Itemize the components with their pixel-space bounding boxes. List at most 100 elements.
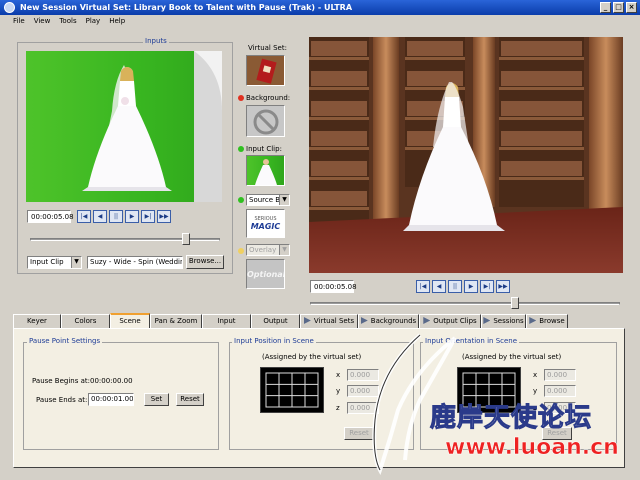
- title-bar: New Session Virtual Set: Library Book to…: [0, 0, 640, 15]
- virtual-set-label: Virtual Set:: [248, 44, 287, 52]
- input-source-select[interactable]: Input Clip ▼: [27, 256, 82, 269]
- overlay-select[interactable]: Overlay 1 ▼: [246, 244, 290, 256]
- orientation-y-field[interactable]: 0.000: [544, 385, 576, 397]
- orientation-y-label: y: [533, 387, 538, 395]
- app-icon: [4, 2, 15, 13]
- menu-tools[interactable]: Tools: [59, 15, 76, 27]
- tab-output-clips[interactable]: Output Clips: [419, 314, 481, 328]
- tab-label: Virtual Sets: [313, 317, 355, 325]
- set-button[interactable]: Set: [144, 393, 169, 406]
- pause-ends-field[interactable]: 00:00:01.00: [88, 393, 134, 406]
- input-timecode[interactable]: 00:00:05.08: [27, 210, 74, 223]
- clip-name-field[interactable]: Suzy - Wide - Spin (Wedding).: [87, 256, 183, 269]
- skip-start-icon[interactable]: |◀: [77, 210, 91, 223]
- menu-view[interactable]: View: [34, 15, 51, 27]
- orientation-x-field[interactable]: 0.000: [544, 369, 576, 381]
- skip-end-icon[interactable]: ▶▶: [496, 280, 510, 293]
- chevron-down-icon: ▼: [279, 195, 289, 205]
- input-slider-thumb[interactable]: [181, 233, 190, 245]
- play-icon[interactable]: ▶: [125, 210, 139, 223]
- tab-scene[interactable]: Scene: [110, 313, 150, 328]
- step-forward-icon[interactable]: ▶|: [480, 280, 494, 293]
- book-icon: [247, 56, 284, 85]
- tab-label: Colors: [74, 317, 97, 325]
- serious-magic-logo: SERIOUS MAGIC: [246, 209, 285, 238]
- output-slider-track[interactable]: [310, 302, 620, 305]
- orientation-x-label: x: [533, 371, 538, 379]
- step-back-icon[interactable]: ◀: [93, 210, 107, 223]
- logo-line2: MAGIC: [250, 222, 281, 231]
- input-clip-label: Input Clip:: [246, 145, 282, 153]
- tab-label: Output Clips: [433, 317, 477, 325]
- tab-arrow-icon: [303, 317, 311, 324]
- overlay-value: Overlay 1: [249, 246, 283, 254]
- tab-label: Browse: [539, 317, 565, 325]
- tab-virtual-sets[interactable]: Virtual Sets: [300, 314, 358, 328]
- tab-browse[interactable]: Browse: [526, 314, 568, 328]
- input-source-value: Input Clip: [30, 258, 64, 266]
- input-clip-status-dot: [238, 146, 244, 152]
- optional-label: Optional: [247, 270, 285, 279]
- tab-label: Pan & Zoom: [154, 317, 198, 325]
- virtual-set-thumbnail[interactable]: [246, 55, 285, 86]
- watermark-title: 鹿岸天使论坛: [429, 403, 593, 434]
- library-scene-image: [309, 37, 623, 273]
- position-y-label: y: [336, 387, 341, 395]
- pause-ends-label: Pause Ends at:: [36, 396, 88, 404]
- watermark-url: www.luoan.cn: [445, 435, 619, 461]
- output-preview: [309, 37, 623, 273]
- output-timecode[interactable]: 00:00:05.08: [310, 280, 357, 293]
- source-b-select[interactable]: Source B ▼: [246, 194, 290, 206]
- output-slider-thumb[interactable]: [510, 297, 519, 309]
- play-icon[interactable]: ▶: [464, 280, 478, 293]
- pause-point-title: Pause Point Settings: [27, 337, 103, 345]
- tab-backgrounds[interactable]: Backgrounds: [358, 314, 419, 328]
- skip-end-icon[interactable]: ▶▶: [157, 210, 171, 223]
- chevron-down-icon: ▼: [71, 257, 81, 268]
- tab-output[interactable]: Output: [251, 314, 300, 328]
- optional-overlay-thumbnail[interactable]: Optional: [246, 259, 285, 289]
- background-status-dot: [238, 95, 244, 101]
- tab-sessions[interactable]: Sessions: [481, 314, 526, 328]
- close-button[interactable]: ×: [626, 2, 637, 13]
- tab-input[interactable]: Input: [202, 314, 251, 328]
- minimize-button[interactable]: _: [600, 2, 611, 13]
- pause-icon[interactable]: ||: [109, 210, 123, 223]
- tab-arrow-icon: [483, 317, 491, 324]
- overlay-status-dot: [238, 248, 244, 254]
- tab-strip: Keyer Colors Scene Pan & Zoom Input Output Vir…: [13, 313, 568, 328]
- skip-start-icon[interactable]: |◀: [416, 280, 430, 293]
- position-z-label: z: [336, 404, 340, 412]
- tab-label: Input: [217, 317, 236, 325]
- position-x-label: x: [336, 371, 341, 379]
- step-back-icon[interactable]: ◀: [432, 280, 446, 293]
- output-transport: |◀ ◀ || ▶ ▶| ▶▶: [416, 280, 510, 293]
- bride-thumbnail-image: [255, 159, 277, 185]
- input-preview: [26, 51, 222, 202]
- tab-keyer[interactable]: Keyer: [13, 314, 61, 328]
- menu-bar: File View Tools Play Help: [0, 15, 640, 27]
- pause-begins-label: Pause Begins at:: [32, 377, 91, 385]
- maximize-button[interactable]: □: [613, 2, 624, 13]
- tab-pan-zoom[interactable]: Pan & Zoom: [150, 314, 202, 328]
- pause-reset-button[interactable]: Reset: [176, 393, 204, 406]
- bride-image: [82, 51, 222, 202]
- menu-help[interactable]: Help: [109, 15, 125, 27]
- tab-colors[interactable]: Colors: [61, 314, 110, 328]
- input-slider-track[interactable]: [30, 238, 220, 241]
- input-clip-thumbnail[interactable]: [246, 155, 285, 186]
- menu-play[interactable]: Play: [86, 15, 101, 27]
- position-grid[interactable]: [260, 367, 324, 413]
- browse-button[interactable]: Browse...: [186, 255, 224, 269]
- pause-begins-value: 00:00:00.00: [90, 377, 133, 385]
- input-position-title: Input Position in Scene: [232, 337, 316, 345]
- tab-label: Backgrounds: [370, 317, 417, 325]
- input-transport: |◀ ◀ || ▶ ▶| ▶▶: [77, 210, 171, 223]
- menu-file[interactable]: File: [13, 15, 25, 27]
- tab-label: Output: [263, 317, 288, 325]
- background-thumbnail[interactable]: [246, 105, 285, 137]
- step-forward-icon[interactable]: ▶|: [141, 210, 155, 223]
- tab-label: Keyer: [27, 317, 47, 325]
- inputs-label: Inputs: [143, 37, 169, 45]
- pause-icon[interactable]: ||: [448, 280, 462, 293]
